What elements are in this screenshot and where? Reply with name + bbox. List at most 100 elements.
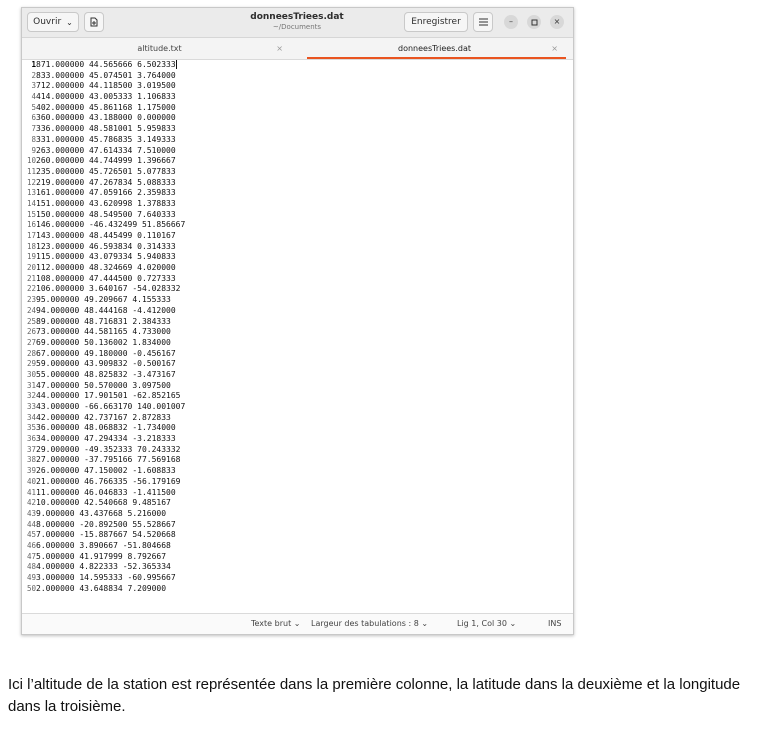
line-number: 16	[26, 220, 36, 230]
text-line[interactable]: 73.000000 44.581165 4.733000	[36, 327, 185, 338]
text-line[interactable]: 36.000000 48.068832 -1.734000	[36, 423, 185, 434]
text-line[interactable]: 263.000000 47.614334 7.510000	[36, 146, 185, 157]
text-line[interactable]: 6.000000 3.890667 -51.804668	[36, 541, 185, 552]
text-line[interactable]: 34.000000 47.294334 -3.218333	[36, 434, 185, 445]
line-number: 28	[26, 348, 36, 358]
line-number: 26	[26, 327, 36, 337]
text-line[interactable]: 871.000000 44.565666 6.502333	[36, 60, 185, 71]
text-line[interactable]: 29.000000 -49.352333 70.243332	[36, 445, 185, 456]
close-window-icon[interactable]: ×	[550, 15, 564, 29]
text-line[interactable]: 9.000000 43.437668 5.216000	[36, 509, 185, 520]
save-button-label: Enregistrer	[411, 17, 461, 27]
text-line[interactable]: 112.000000 48.324669 4.020000	[36, 263, 185, 274]
line-number: 2	[31, 70, 36, 80]
minimize-icon[interactable]: –	[504, 15, 518, 29]
line-number: 38	[26, 455, 36, 465]
text-line[interactable]: 11.000000 46.046833 -1.411500	[36, 488, 185, 499]
line-number: 5	[31, 102, 36, 112]
cursor-position[interactable]: Lig 1, Col 30 ⌄	[457, 619, 516, 628]
text-line[interactable]: 151.000000 43.620998 1.378833	[36, 199, 185, 210]
open-button[interactable]: Ouvrir ⌄	[27, 12, 79, 32]
tab-width-selector[interactable]: Largeur des tabulations : 8 ⌄	[311, 619, 428, 628]
line-number: 40	[26, 476, 36, 486]
tab-donneestriees-dat[interactable]: donneesTriees.dat ×	[297, 38, 572, 59]
text-line[interactable]: 47.000000 50.570000 3.097500	[36, 381, 185, 392]
text-line[interactable]: 10.000000 42.540668 9.485167	[36, 498, 185, 509]
text-line[interactable]: 219.000000 47.267834 5.088333	[36, 178, 185, 189]
text-content[interactable]: 871.000000 44.565666 6.502333 833.000000 …	[36, 60, 185, 594]
text-line[interactable]: 69.000000 50.136002 1.834000	[36, 338, 185, 349]
line-number: 7	[31, 124, 36, 134]
line-number: 12	[26, 177, 36, 187]
text-line[interactable]: 7.000000 -15.887667 54.520668	[36, 530, 185, 541]
text-line[interactable]: 44.000000 17.901501 -62.852165	[36, 391, 185, 402]
text-line[interactable]: 4.000000 4.822333 -52.365334	[36, 562, 185, 573]
line-number: 11	[26, 166, 36, 176]
line-number: 39	[26, 466, 36, 476]
line-number: 27	[26, 337, 36, 347]
save-button[interactable]: Enregistrer	[404, 12, 468, 32]
window-title-area: donneesTriees.dat ~/Documents	[222, 11, 372, 32]
text-line[interactable]: 331.000000 45.786835 3.149333	[36, 135, 185, 146]
text-line[interactable]: 5.000000 41.917999 8.792667	[36, 552, 185, 563]
text-line[interactable]: 143.000000 48.445499 0.110167	[36, 231, 185, 242]
line-number: 50	[26, 583, 36, 593]
text-line[interactable]: 108.000000 47.444500 0.727333	[36, 274, 185, 285]
text-line[interactable]: 42.000000 42.737167 2.872833	[36, 413, 185, 424]
line-number: 18	[26, 241, 36, 251]
text-line[interactable]: 89.000000 48.716831 2.384333	[36, 317, 185, 328]
text-line[interactable]: 150.000000 48.549500 7.640333	[36, 210, 185, 221]
text-line[interactable]: 27.000000 -37.795166 77.569168	[36, 455, 185, 466]
text-line[interactable]: 8.000000 -20.892500 55.528667	[36, 520, 185, 531]
line-number: 6	[31, 113, 36, 123]
text-line[interactable]: 712.000000 44.118500 3.019500	[36, 81, 185, 92]
text-line[interactable]: 833.000000 45.074501 3.764000	[36, 71, 185, 82]
text-line[interactable]: 59.000000 43.909832 -0.500167	[36, 359, 185, 370]
line-number: 14	[26, 198, 36, 208]
maximize-icon[interactable]	[527, 15, 541, 29]
syntax-selector[interactable]: Texte brut ⌄	[251, 619, 300, 628]
text-line[interactable]: 360.000000 43.188000 0.000000	[36, 113, 185, 124]
text-editor-area[interactable]: 1 2 3 4 5 6 7 8 9 10 11 12 13 14 15 16 17 18 19 20 21 22 23 24 2…	[22, 60, 573, 612]
text-line[interactable]: 94.000000 48.444168 -4.412000	[36, 306, 185, 317]
text-line[interactable]: 115.000000 43.079334 5.940833	[36, 252, 185, 263]
text-line[interactable]: 260.000000 44.744999 1.396667	[36, 156, 185, 167]
text-line[interactable]: 402.000000 45.861168 1.175000	[36, 103, 185, 114]
window-title: donneesTriees.dat	[250, 12, 344, 22]
text-line[interactable]: 161.000000 47.059166 2.359833	[36, 188, 185, 199]
line-number: 22	[26, 284, 36, 294]
header-bar: Ouvrir ⌄ donneesTriees.dat ~/Documents E…	[22, 8, 573, 38]
text-line[interactable]: 2.000000 43.648834 7.209000	[36, 584, 185, 595]
line-number: 10	[26, 156, 36, 166]
new-tab-button[interactable]	[84, 12, 104, 32]
main-menu-button[interactable]	[473, 12, 493, 32]
open-button-label: Ouvrir	[33, 17, 62, 27]
line-number: 33	[26, 402, 36, 411]
line-number: 41	[26, 487, 36, 497]
line-number: 9	[31, 145, 36, 155]
line-number: 47	[26, 551, 36, 561]
text-line[interactable]: 55.000000 48.825832 -3.473167	[36, 370, 185, 381]
text-line[interactable]: 235.000000 45.726501 5.077833	[36, 167, 185, 178]
tab-altitude-txt[interactable]: altitude.txt ×	[22, 38, 297, 59]
line-number: 21	[26, 273, 36, 283]
text-line[interactable]: 106.000000 3.640167 -54.028332	[36, 284, 185, 295]
text-line[interactable]: 67.000000 49.180000 -0.456167	[36, 349, 185, 360]
text-line[interactable]: 146.000000 -46.432499 51.856667	[36, 220, 185, 231]
text-line[interactable]: 21.000000 46.766335 -56.179169	[36, 477, 185, 488]
text-line[interactable]: 43.000000 -66.663170 140.001007	[36, 402, 185, 413]
text-line[interactable]: 95.000000 49.209667 4.155333	[36, 295, 185, 306]
line-number: 20	[26, 263, 36, 273]
close-tab-icon[interactable]: ×	[551, 44, 558, 53]
close-tab-icon[interactable]: ×	[276, 44, 283, 53]
text-line[interactable]: 336.000000 48.581001 5.959833	[36, 124, 185, 135]
insert-mode-indicator: INS	[548, 619, 562, 628]
text-line[interactable]: 26.000000 47.150002 -1.608833	[36, 466, 185, 477]
text-line[interactable]: 414.000000 43.005333 1.106833	[36, 92, 185, 103]
text-line[interactable]: 123.000000 46.593834 0.314333	[36, 242, 185, 253]
text-line[interactable]: 3.000000 14.595333 -60.995667	[36, 573, 185, 584]
line-number: 46	[26, 540, 36, 550]
line-number-gutter: 1 2 3 4 5 6 7 8 9 10 11 12 13 14 15 16 17 18 19 20 21 22 23 24 2…	[22, 60, 36, 594]
window-subtitle-path: ~/Documents	[272, 23, 322, 31]
line-number: 19	[26, 252, 36, 262]
